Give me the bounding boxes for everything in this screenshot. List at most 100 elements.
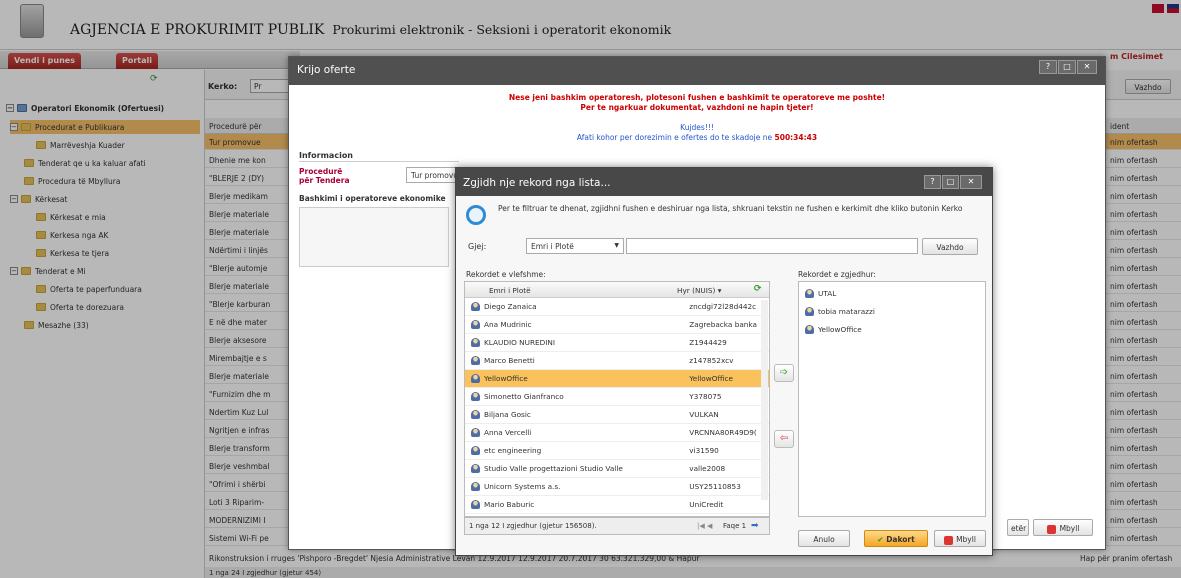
grid-scrollbar[interactable] (761, 300, 768, 500)
user-icon (471, 356, 480, 365)
record-row[interactable]: Simonetto Gianfranco Y378075 (465, 388, 769, 406)
available-records-label: Rekordet e vlefshme: (466, 270, 546, 279)
selected-record-name: YellowOffice (818, 324, 862, 334)
user-icon (805, 324, 814, 334)
record-name: Biljana Gosic (483, 410, 531, 419)
warning-upload-text: Per te ngarkuar dokumentat, vazhdoni ne … (580, 103, 814, 112)
user-icon (471, 320, 480, 329)
user-icon (471, 500, 480, 509)
continue-button[interactable]: Vazhdo (922, 238, 978, 255)
record-nuis: VULKAN (689, 410, 719, 419)
record-row[interactable]: Mario Baburic UniCredit (465, 496, 769, 514)
close-button[interactable]: ✕ (1077, 60, 1097, 74)
next-button[interactable]: etër (1007, 519, 1029, 536)
record-row[interactable]: Biljana Gosic VULKAN (465, 406, 769, 424)
add-to-selected-button[interactable]: ➩ (774, 364, 794, 382)
cancel-button[interactable]: Anulo (798, 530, 850, 547)
user-icon (471, 392, 480, 401)
deadline-text: Afati kohor per dorezimin e ofertes do t… (576, 133, 818, 142)
user-icon (471, 410, 480, 419)
grid-header: Emri i Plotë Hyr (NUIS) ▾ ⟳ (465, 282, 769, 298)
user-icon (471, 464, 480, 473)
record-row[interactable]: Studio Valle progettazioni Studio Valle v… (465, 460, 769, 478)
paging-text: 1 nga 12 I zgjedhur (gjetur 156508). (469, 522, 597, 530)
close-button[interactable]: ✕ (960, 175, 982, 189)
selected-record-row[interactable]: tobia matarazzi (799, 302, 999, 320)
close-dialog-button[interactable]: Mbyll (934, 530, 986, 547)
check-icon: ✔ (877, 535, 887, 544)
record-name: KLAUDIO NUREDINI (483, 338, 556, 347)
record-row[interactable]: Ana Mudrinic Zagrebacka banka (465, 316, 769, 334)
record-nuis: USY25110853 (689, 482, 741, 491)
user-icon (805, 288, 814, 298)
record-name: Unicorn Systems a.s. (483, 482, 561, 491)
selected-records-list: UTAL tobia matarazzi YellowOffice (798, 281, 986, 517)
maximize-button[interactable]: □ (942, 175, 959, 189)
record-name: etc engineering (483, 446, 542, 455)
record-nuis: UniCredit (689, 500, 724, 509)
remove-from-selected-button[interactable]: ⇦ (774, 430, 794, 448)
record-nuis: zncdgi72l28d442c (689, 302, 757, 311)
record-name: Studio Valle progettazioni Studio Valle (483, 464, 623, 473)
selected-records-label: Rekordet e zgjedhur: (798, 270, 876, 279)
joint-operators-box[interactable] (299, 207, 449, 267)
record-name: Anna Vercelli (483, 428, 532, 437)
record-nuis: valle2008 (689, 464, 726, 473)
selected-record-name: tobia matarazzi (818, 306, 875, 316)
close-red-icon (1046, 524, 1056, 534)
column-header-nuis[interactable]: Hyr (NUIS) ▾ (677, 286, 721, 295)
dialog-title: Zgjidh nje rekord nga lista... (456, 168, 992, 196)
user-icon (471, 446, 480, 455)
dialog-title: Krijo oferte (289, 57, 1105, 85)
user-icon (805, 306, 814, 316)
procedure-label: Procedurë për Tendera (299, 167, 350, 185)
section-informacion: Informacion (299, 151, 354, 160)
record-row[interactable]: Marco Benetti z147852xcv (465, 352, 769, 370)
select-record-dialog: Zgjidh nje rekord nga lista... ? □ ✕ Per… (455, 167, 993, 556)
record-name: Mario Baburic (483, 500, 535, 509)
caution-text: Kujdes!!! (680, 123, 714, 132)
record-nuis: VRCNNA80R49D9( (689, 428, 757, 437)
field-select[interactable]: Emri i Plotë ▼ (526, 238, 624, 254)
user-icon (471, 482, 480, 491)
record-name: Marco Benetti (483, 356, 535, 365)
close-red-icon (944, 535, 954, 545)
maximize-button[interactable]: □ (1058, 60, 1076, 74)
record-nuis: Y378075 (689, 392, 722, 401)
available-records-grid: Emri i Plotë Hyr (NUIS) ▾ ⟳ Diego Zanaic… (464, 281, 770, 517)
find-input[interactable] (626, 238, 918, 254)
user-icon (471, 302, 480, 311)
record-name: YellowOffice (483, 374, 528, 383)
warning-joint-text: Nese jeni bashkim operatoresh, plotesoni… (508, 93, 886, 102)
ok-button[interactable]: ✔ Dakort (864, 530, 928, 547)
help-button[interactable]: ? (1039, 60, 1057, 74)
record-nuis: z147852xcv (689, 356, 734, 365)
record-row[interactable]: YellowOffice YellowOffice (465, 370, 769, 388)
divider (299, 161, 459, 162)
column-header-name[interactable]: Emri i Plotë (489, 286, 531, 295)
help-button[interactable]: ? (924, 175, 941, 189)
close-dialog-button[interactable]: Mbyll (1033, 519, 1093, 536)
user-icon (471, 428, 480, 437)
user-icon (471, 338, 480, 347)
record-nuis: vi31590 (689, 446, 719, 455)
record-nuis: Zagrebacka banka (689, 320, 757, 329)
refresh-icon[interactable]: ⟳ (754, 284, 762, 294)
selected-record-row[interactable]: YellowOffice (799, 320, 999, 338)
record-name: Simonetto Gianfranco (483, 392, 564, 401)
grid-pager: 1 nga 12 I zgjedhur (gjetur 156508). |◀ … (464, 517, 770, 535)
selected-record-row[interactable]: UTAL (799, 284, 999, 302)
record-row[interactable]: Diego Zanaica zncdgi72l28d442c (465, 298, 769, 316)
pager-next-icon[interactable]: ➡ (751, 521, 759, 531)
pager-prev-icon[interactable]: |◀ ◀ (697, 522, 712, 530)
record-row[interactable]: Unicorn Systems a.s. USY25110853 (465, 478, 769, 496)
user-icon (471, 374, 480, 383)
record-row[interactable]: etc engineering vi31590 (465, 442, 769, 460)
record-name: Diego Zanaica (483, 302, 537, 311)
joint-operators-label: Bashkimi i operatoreve ekonomike (299, 194, 446, 203)
grid-body: Diego Zanaica zncdgi72l28d442c Ana Mudrini… (465, 298, 769, 516)
selected-record-name: UTAL (818, 288, 837, 298)
record-row[interactable]: KLAUDIO NUREDINI Z1944429 (465, 334, 769, 352)
page-text: Faqe 1 (723, 522, 747, 530)
record-row[interactable]: Anna Vercelli VRCNNA80R49D9( (465, 424, 769, 442)
